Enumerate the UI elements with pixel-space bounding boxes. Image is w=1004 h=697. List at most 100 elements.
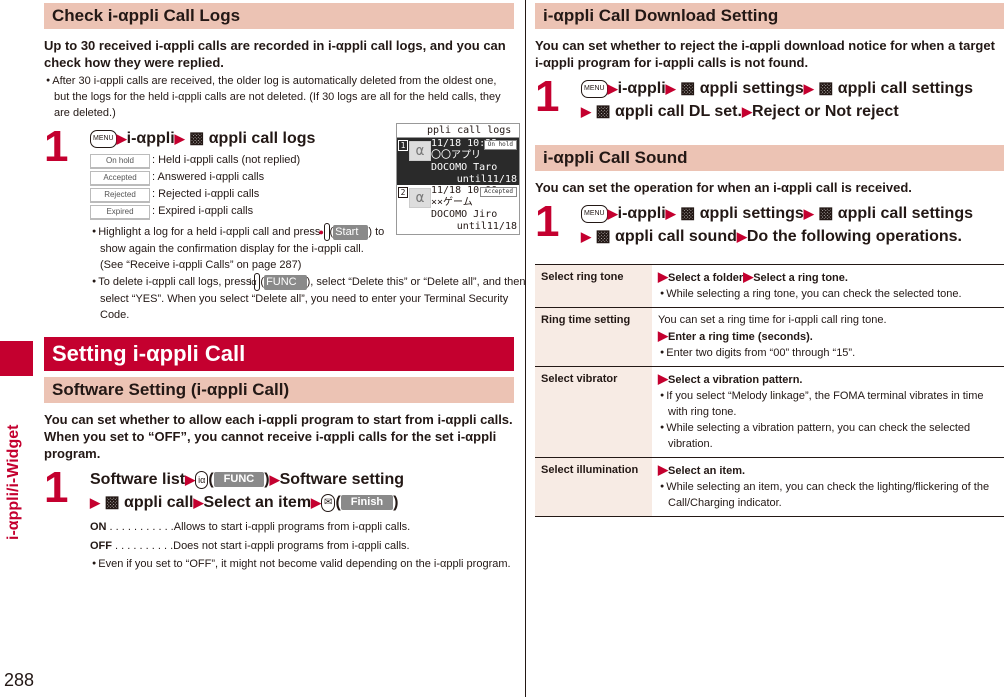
arrow-icon: ▶ <box>736 229 747 244</box>
mail-key-icon: ✉ <box>321 493 336 512</box>
arrow-icon: ▶ <box>607 81 618 96</box>
center-key-icon: ● <box>319 223 330 241</box>
arrow-icon: ▶ <box>269 472 280 487</box>
arrow-icon: ▶ <box>665 206 676 221</box>
step-item: αppli call DL set. <box>615 103 742 120</box>
step-item: αppli call settings <box>837 80 973 97</box>
appli-icon: ▩ <box>818 205 834 222</box>
column-divider <box>525 0 526 697</box>
step-item: Software setting <box>279 471 405 488</box>
appli-icon: ▩ <box>595 103 611 120</box>
phone-screen-title: ppli call logs <box>397 124 519 138</box>
action-text: Select a folder▶Select a ring tone. <box>668 269 848 284</box>
row-intro: You can set a ring time for i-αppli call… <box>658 314 887 326</box>
appli-icon: ▩ <box>680 205 696 222</box>
status-badge: On hold <box>483 140 517 150</box>
step-item: Do the following operations. <box>746 228 962 245</box>
left-column: Check i-αppli Call Logs Up to 30 receive… <box>44 3 526 572</box>
softkey-func: FUNC <box>213 472 265 488</box>
legend-text: : Held i-αppli calls (not replied) <box>152 154 301 166</box>
status-badge: Accepted <box>90 171 150 186</box>
legend-text: : Answered i-αppli calls <box>152 171 265 183</box>
step-item: i-αppli <box>126 130 175 147</box>
side-tab-marker <box>0 341 33 376</box>
arrow-icon: ▶ <box>803 206 814 221</box>
section-heading-download: i-αppli Call Download Setting <box>535 3 1004 29</box>
row-note: While selecting a vibration pattern, you… <box>658 420 998 452</box>
section-heading-sound: i-αppli Call Sound <box>535 145 1004 171</box>
table-row: Ring time setting You can set a ring time… <box>535 307 1004 367</box>
page-number: 288 <box>4 670 35 690</box>
step-item: αppli call logs <box>208 130 316 147</box>
step-instructions: MENU ▶i-αppli▶ ▩ αppli settings▶ ▩ αppli … <box>581 77 1004 123</box>
bullet-resume: Highlight a log for a held i-αppli call … <box>90 223 390 273</box>
row-note: While selecting an item, you can check t… <box>658 479 998 511</box>
step-item: Reject or Not reject <box>751 103 899 120</box>
status-badge: On hold <box>90 154 150 169</box>
phone-log-entry: 1 α On hold 11/18 10:22 〇〇アプリ DOCOMO Tar… <box>397 138 519 197</box>
row-note: If you select “Melody linkage”, the FOMA… <box>658 388 998 420</box>
row-action: ▶Select a folder▶Select a ring tone. <box>658 269 998 286</box>
row-content: ▶Select a folder▶Select a ring tone.Whil… <box>652 264 1004 308</box>
step-item: i-αppli <box>617 80 666 97</box>
arrow-icon: ▶ <box>174 131 185 146</box>
arrow-icon: ▶ <box>116 131 127 146</box>
appli-call-icon: α <box>409 141 431 161</box>
action-text: Select an item. <box>668 465 746 477</box>
entry-until: until11/18 10:02 <box>456 221 517 234</box>
arrow-icon: ▶ <box>743 269 754 284</box>
status-badge: Accepted <box>480 187 517 197</box>
step-item: i-αppli <box>617 205 666 222</box>
option-row: OFF . . . . . . . . . .Does not start i-… <box>90 537 514 556</box>
step-number: 1 <box>44 463 69 512</box>
menu-key-icon: MENU <box>90 129 117 148</box>
step-number: 1 <box>535 197 560 246</box>
appli-call-icon: α <box>409 188 431 208</box>
softkey-finish: Finish <box>340 495 394 511</box>
appli-icon: ▩ <box>818 80 834 97</box>
entry-name: 〇〇アプリ <box>431 150 481 161</box>
download-lead: You can set whether to reject the i-αppl… <box>535 38 995 70</box>
row-label: Select ring tone <box>535 264 652 308</box>
appli-icon: ▩ <box>595 228 611 245</box>
step-item: αppli call <box>124 494 194 511</box>
arrow-icon: ▶ <box>658 269 668 284</box>
row-content: ▶Select a vibration pattern.If you selec… <box>652 366 1004 458</box>
software-setting-note: Even if you set to “OFF”, it might not b… <box>90 556 514 572</box>
phone-screen-call-logs: ppli call logs 1 α On hold 11/18 10:22 〇… <box>396 123 520 235</box>
sound-step: 1 MENU ▶i-αppli▶ ▩ αppli settings▶ ▩ αppl… <box>535 197 1004 248</box>
option-desc: Does not start i-αppli programs from i-α… <box>173 540 410 552</box>
row-content: You can set a ring time for i-αppli call… <box>652 307 1004 367</box>
software-setting-step: 1 Software list▶ iα(FUNC)▶Software settin… <box>44 463 514 572</box>
menu-key-icon: MENU <box>581 79 608 98</box>
option-key: ON <box>90 521 107 533</box>
step-item: αppli call settings <box>837 205 973 222</box>
arrow-icon: ▶ <box>658 328 668 343</box>
table-row: Select illumination▶Select an item.While… <box>535 457 1004 517</box>
step-instructions: Software list▶ iα(FUNC)▶Software setting … <box>90 470 405 512</box>
step-item: αppli call sound <box>615 228 737 245</box>
row-action: ▶Enter a ring time (seconds). <box>658 328 998 345</box>
software-setting-lead: You can set whether to allow each i-αppl… <box>44 412 513 461</box>
right-column: i-αppli Call Download Setting You can se… <box>535 3 1004 517</box>
appli-icon: ▩ <box>104 494 120 511</box>
arrow-icon: ▶ <box>193 495 204 510</box>
status-badge: Expired <box>90 205 150 220</box>
arrow-icon: ▶ <box>90 495 100 510</box>
option-desc: Allows to start i-αppli programs from i-… <box>173 521 411 533</box>
step-number: 1 <box>44 122 69 171</box>
arrow-icon: ▶ <box>658 462 668 477</box>
entry-from: DOCOMO Jiro <box>431 209 498 220</box>
row-note: Enter two digits from “00” through “15”. <box>658 345 998 361</box>
call-logs-bullets: Highlight a log for a held i-αppli call … <box>90 223 390 273</box>
row-note: While selecting a ring tone, you can che… <box>658 286 998 302</box>
status-badge: Rejected <box>90 188 150 203</box>
action-text: Select a vibration pattern. <box>668 374 803 386</box>
sound-lead: You can set the operation for when an i-… <box>535 180 912 195</box>
leader-dots: . . . . . . . . . . . <box>106 521 174 533</box>
entry-from: DOCOMO Taro <box>431 162 498 173</box>
section-heading-software-setting: Software Setting (i-αppli Call) <box>44 377 514 403</box>
call-logs-lead: Up to 30 received i-αppli calls are reco… <box>44 38 506 70</box>
step-item: Select an item <box>203 494 312 511</box>
step-number: 1 <box>535 72 560 121</box>
